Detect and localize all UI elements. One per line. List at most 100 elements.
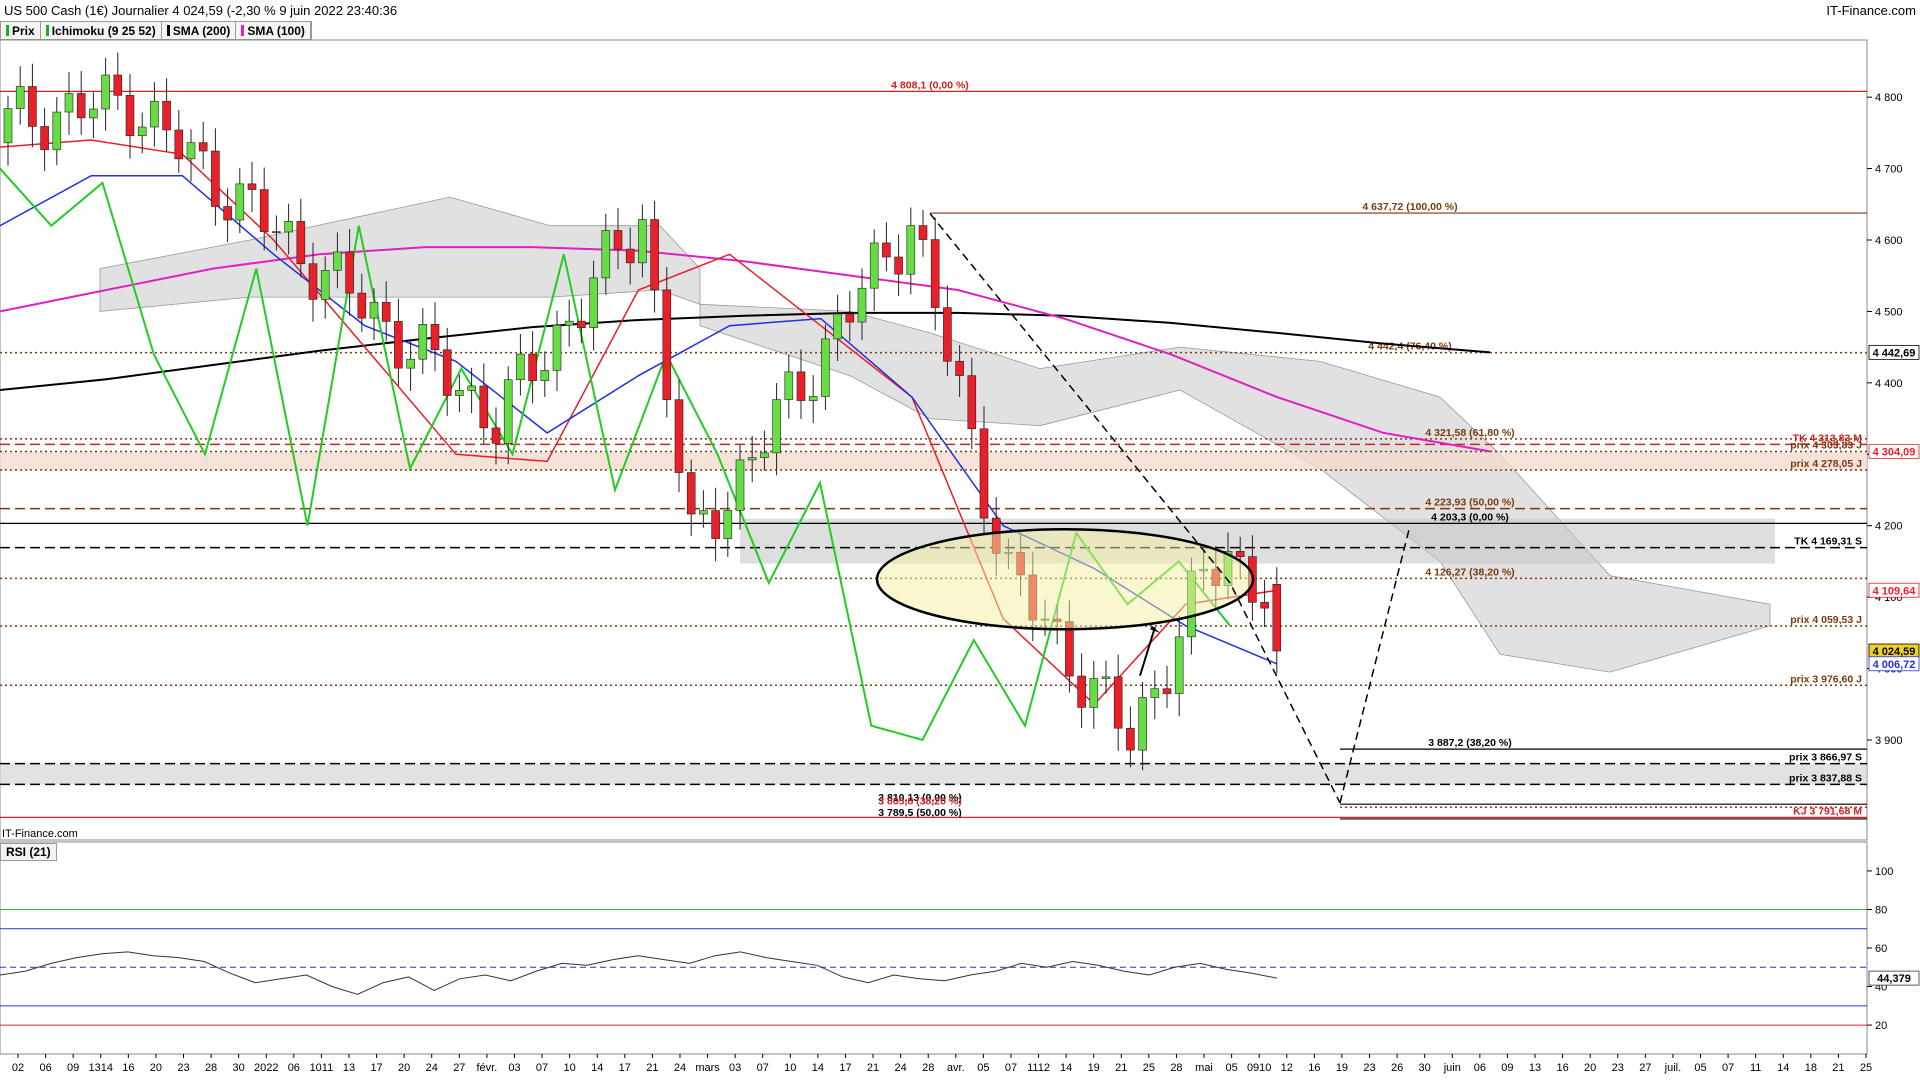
x-tick-label: 10 [784,1062,796,1074]
level-label: prix 4 278,05 J [1790,458,1862,470]
indicator-lines [0,139,1491,742]
y-tick-label: 4 800 [1875,92,1903,104]
candle-body [272,231,281,233]
x-tick-label: 06 [1474,1062,1486,1074]
x-tick-label: mai [1195,1062,1213,1074]
candle-body [211,150,220,207]
candle-body [589,277,598,328]
candle-body [772,399,781,454]
candle-body [137,126,147,137]
candle-body [1138,697,1147,751]
level-label: 4 321,58 (61,80 %) [1425,427,1514,439]
candle-body [1260,602,1269,609]
x-tick-label: 1011 [310,1062,334,1074]
rsi-legend-label: RSI (21) [6,845,51,859]
x-tick-label: 17 [370,1062,382,1074]
x-tick-label: 14 [812,1062,824,1074]
x-tick-label: 0910 [1247,1062,1271,1074]
candle-body [918,225,928,240]
candle-body [113,74,123,96]
x-tick-label: 14 [591,1062,603,1074]
candle-body [638,219,647,264]
candle-body [64,93,74,113]
candle-body [1174,636,1184,694]
x-tick-label: 28 [205,1062,217,1074]
candle-body [540,370,550,381]
x-tick-label: 16 [122,1062,134,1074]
candle-body [381,301,391,322]
x-tick-label: 26 [1391,1062,1403,1074]
candle-body [930,239,940,308]
candle-body [1089,678,1099,708]
price-chart[interactable]: 3 9004 0004 1004 2004 3004 4004 5004 600… [0,0,1920,1080]
candle-body [479,385,489,429]
x-tick-label: 30 [233,1062,245,1074]
x-tick-label: 05 [977,1062,989,1074]
x-tick-label: 20 [1584,1062,1596,1074]
candle-body [259,189,269,232]
watermark: IT-Finance.com [2,828,78,840]
candle-body [455,390,464,396]
candle-body [699,510,708,515]
candle-body [40,126,49,151]
rsi-line [0,951,1277,995]
candle-body [723,510,733,539]
rsi-legend[interactable]: RSI (21) [0,843,57,861]
candle-body [808,396,818,401]
x-tick-label: 13 [343,1062,355,1074]
candle-body [735,459,745,511]
candle-body [76,93,86,119]
candle-body [516,353,525,381]
zone-support [0,763,1867,785]
level-label: prix 4 059,53 J [1790,614,1862,626]
x-tick-label: 06 [288,1062,300,1074]
candle-body [308,263,318,300]
x-tick-label: juin [1443,1062,1461,1074]
candle-body [601,230,611,279]
candle-body [101,74,110,110]
candle-body [760,452,769,458]
candle-body [857,287,867,323]
candle-body [125,95,135,137]
x-tick-label: 28 [1170,1062,1182,1074]
trend-up-dashed [1339,525,1411,804]
candle-body [845,313,855,323]
x-tick-label: 14 [1060,1062,1072,1074]
x-tick-label: 03 [729,1062,741,1074]
x-tick-label: juil. [1664,1062,1682,1074]
candle-body [747,457,757,461]
x-tick-label: 06 [39,1062,51,1074]
x-tick-label: 07 [536,1062,548,1074]
candle-body [955,360,964,376]
candle-body [394,321,403,369]
x-tick-label: 27 [453,1062,465,1074]
level-label: 4 203,3 (0,00 %) [1431,511,1509,523]
candle-body [821,338,830,397]
price-labels: 4 442,69 4 304,09 4 109,64 4 024,594 006,72 [1868,344,1920,672]
x-tick-label: 07 [1005,1062,1017,1074]
candle-body [552,324,562,371]
candle-body [1101,676,1111,679]
candle-body [89,108,98,119]
x-tick-label: 17 [839,1062,851,1074]
chart-window: US 500 Cash (1€) Journalier 4 024,59 (-2… [0,0,1920,1080]
rsi-panel: 2040608010044,379 [0,866,1920,1032]
x-tick-label: 21 [867,1062,879,1074]
price-label-text: 4 006,72 [1873,659,1916,671]
candle-body [333,251,342,271]
x-tick-label: 07 [757,1062,769,1074]
candle-body [943,307,952,362]
price-label-text: 4 442,69 [1873,347,1916,359]
y-tick-label: 3 900 [1875,735,1903,747]
x-tick-label: 1314 [89,1062,113,1074]
candle-body [28,86,37,127]
level-label: KJ 3 791,68 M [1793,805,1862,817]
candle-body [967,375,977,430]
x-tick-label: 10 [564,1062,576,1074]
x-tick-label: 25 [1143,1062,1155,1074]
candle-body [1272,583,1282,652]
x-tick-label: févr. [476,1062,497,1074]
x-tick-label: 14 [1777,1062,1789,1074]
rsi-tick-label: 20 [1875,1020,1887,1032]
x-tick-label: 25 [1860,1062,1872,1074]
